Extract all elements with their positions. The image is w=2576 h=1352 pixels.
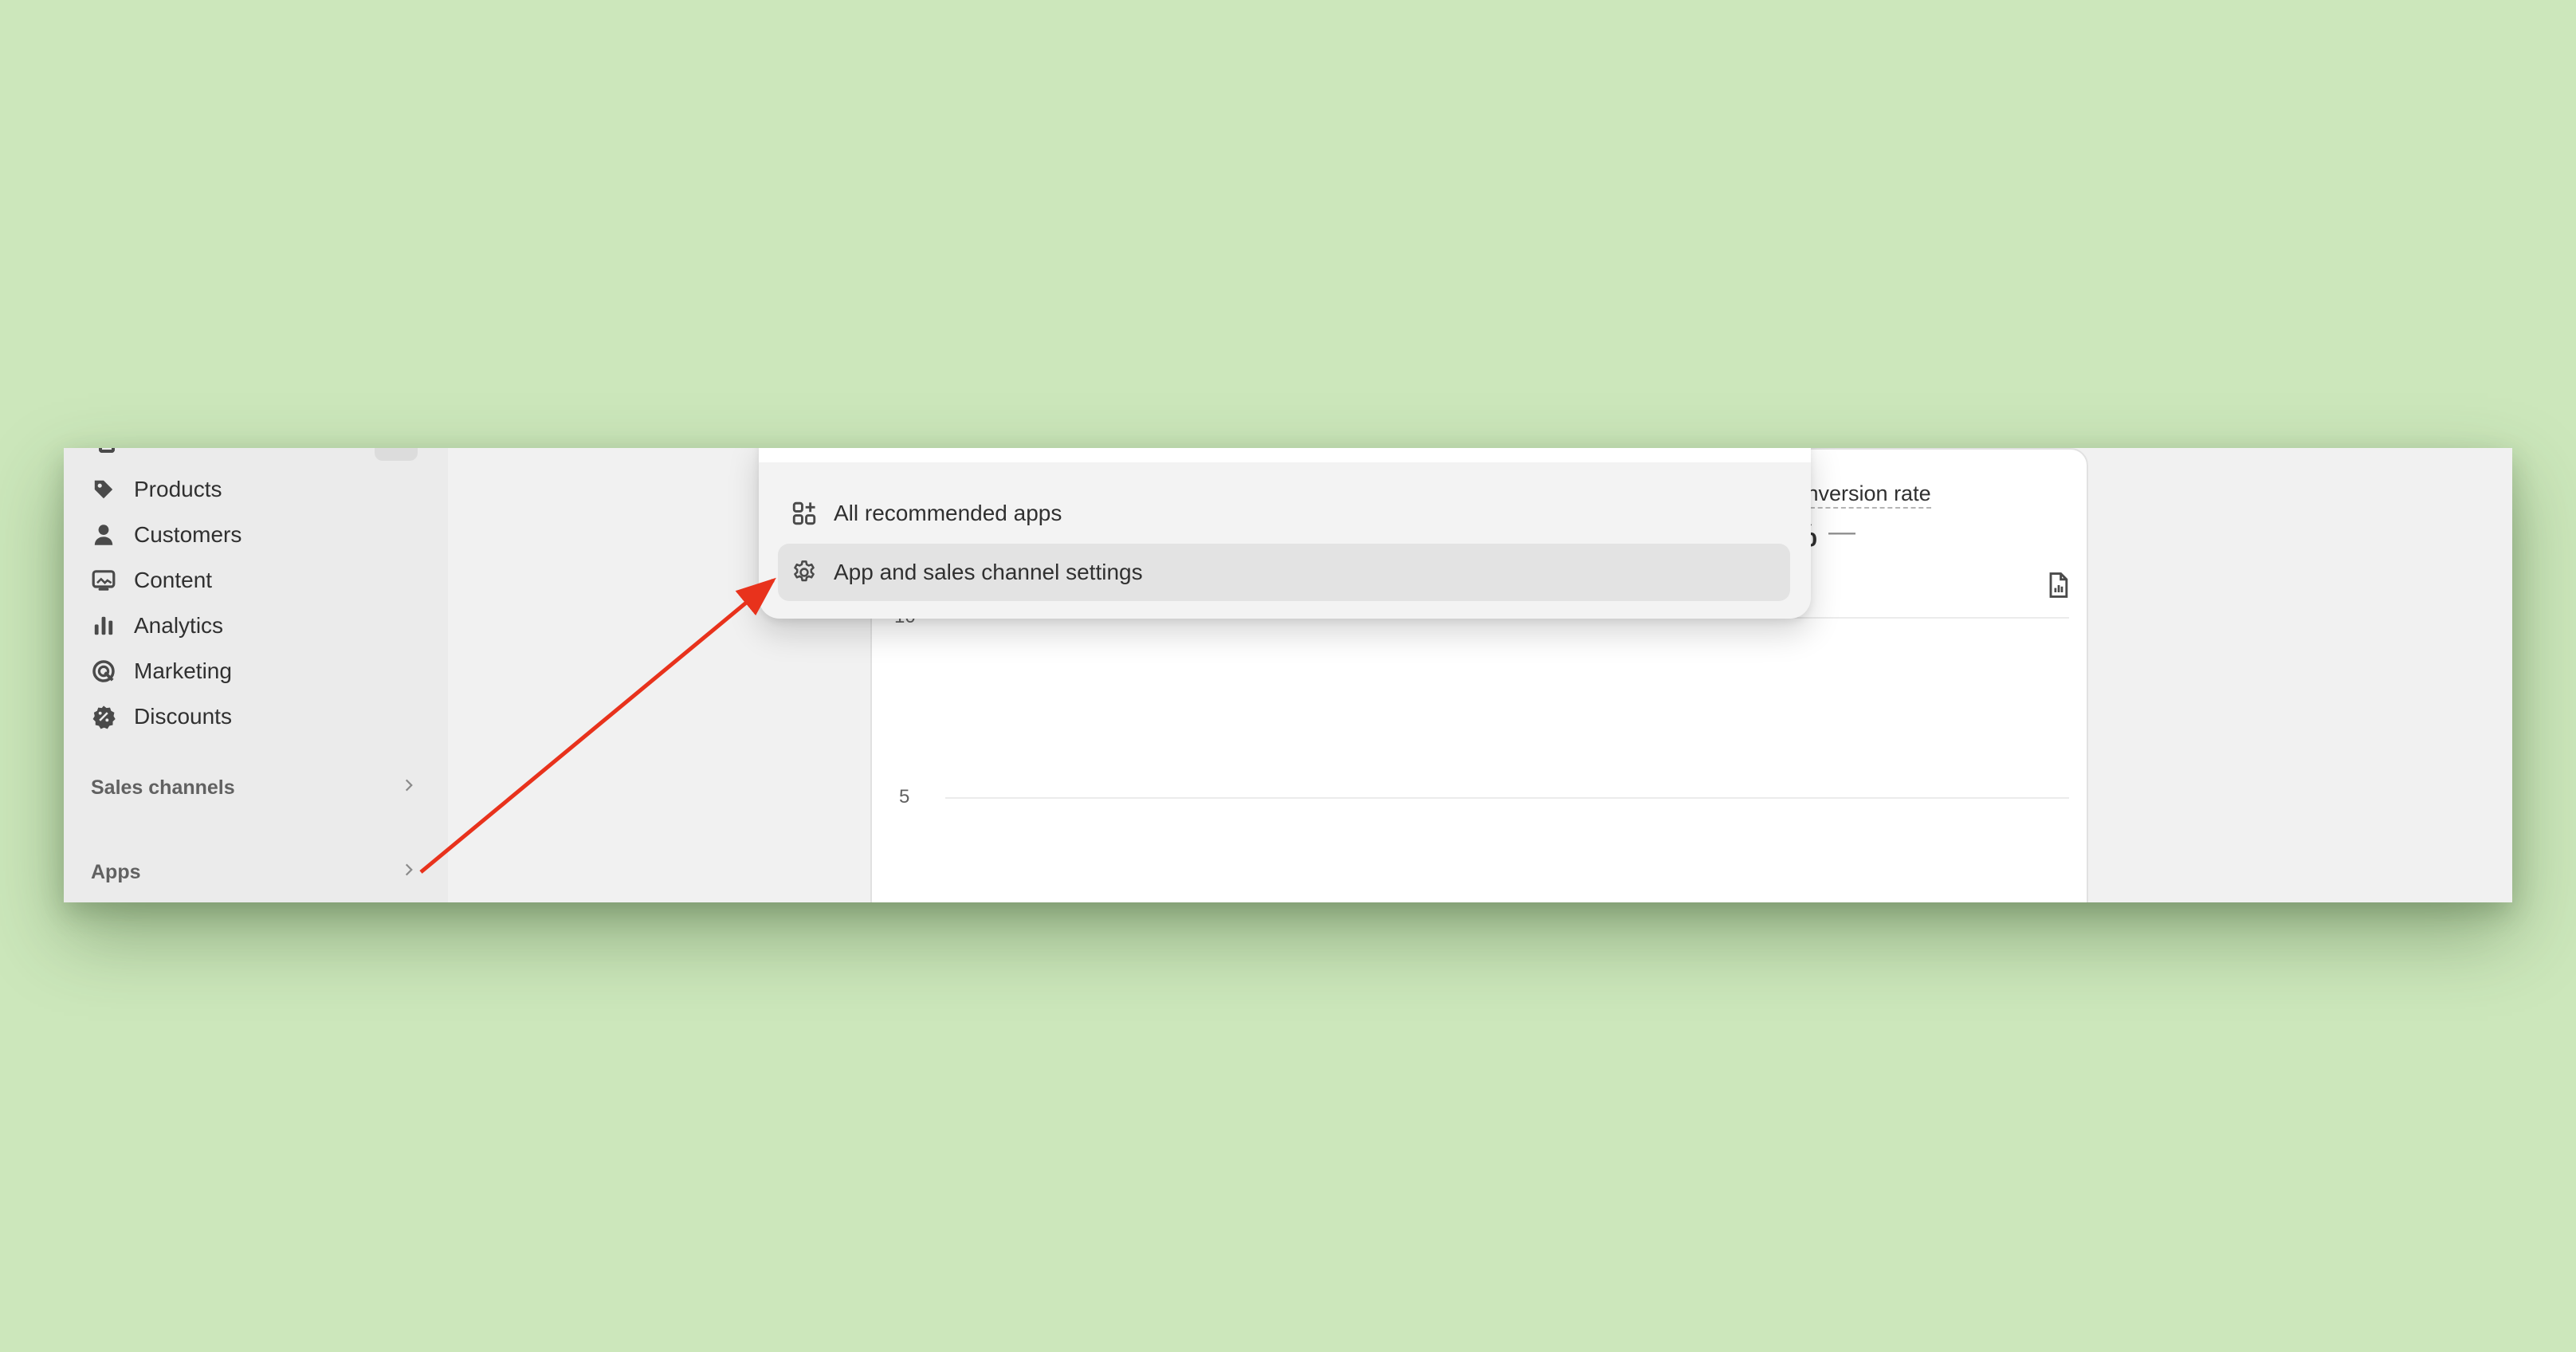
chart-gridline	[945, 797, 2069, 799]
menu-item-label: All recommended apps	[834, 501, 1062, 525]
sidebar-item-label: Analytics	[134, 613, 224, 638]
sidebar-item-label: Discounts	[134, 704, 232, 729]
apps-label: Apps	[91, 860, 141, 883]
conversion-rate-change: —	[1828, 517, 1855, 547]
sales-channels-label: Sales channels	[91, 776, 235, 799]
y-axis-tick: 5	[899, 786, 910, 808]
sidebar-item-label: Marketing	[134, 658, 232, 683]
admin-screenshot: Products Customers Content Analytics Mar	[64, 448, 2512, 902]
chevron-right-icon	[400, 776, 418, 800]
person-icon	[89, 521, 118, 549]
tag-icon	[89, 475, 118, 504]
sidebar-item-marketing[interactable]: Marketing	[89, 654, 232, 689]
sidebar-item-label: Products	[134, 477, 222, 501]
sales-channels-section[interactable]: Sales channels	[91, 770, 418, 805]
sidebar-item-content[interactable]: Content	[89, 563, 212, 598]
chevron-right-icon	[400, 861, 418, 884]
clipped-badge	[375, 448, 418, 461]
target-icon	[89, 657, 118, 686]
image-icon	[89, 566, 118, 595]
sidebar-item-label: Customers	[134, 522, 242, 547]
sidebar-item-customers[interactable]: Customers	[89, 517, 242, 552]
apps-grid-icon	[791, 500, 818, 527]
apps-section[interactable]: Apps	[91, 855, 418, 890]
apps-popover: All recommended apps App and sales chann…	[759, 448, 1811, 619]
gear-icon	[791, 559, 818, 586]
sidebar-item-label: Content	[134, 568, 213, 592]
sidebar-item-products[interactable]: Products	[89, 472, 222, 507]
popover-header-strip	[759, 448, 1811, 462]
menu-item-label: App and sales channel settings	[834, 560, 1143, 584]
sidebar: Products Customers Content Analytics Mar	[64, 448, 448, 902]
sidebar-item-discounts[interactable]: Discounts	[89, 699, 232, 734]
export-report-icon[interactable]	[2044, 571, 2072, 599]
menu-item-all-recommended-apps[interactable]: All recommended apps	[778, 485, 1790, 542]
sidebar-item-analytics[interactable]: Analytics	[89, 608, 223, 643]
clipped-nav-icon	[99, 448, 115, 453]
menu-item-app-sales-channel-settings[interactable]: App and sales channel settings	[778, 544, 1790, 601]
discount-icon	[89, 702, 118, 731]
bar-chart-icon	[89, 611, 118, 640]
